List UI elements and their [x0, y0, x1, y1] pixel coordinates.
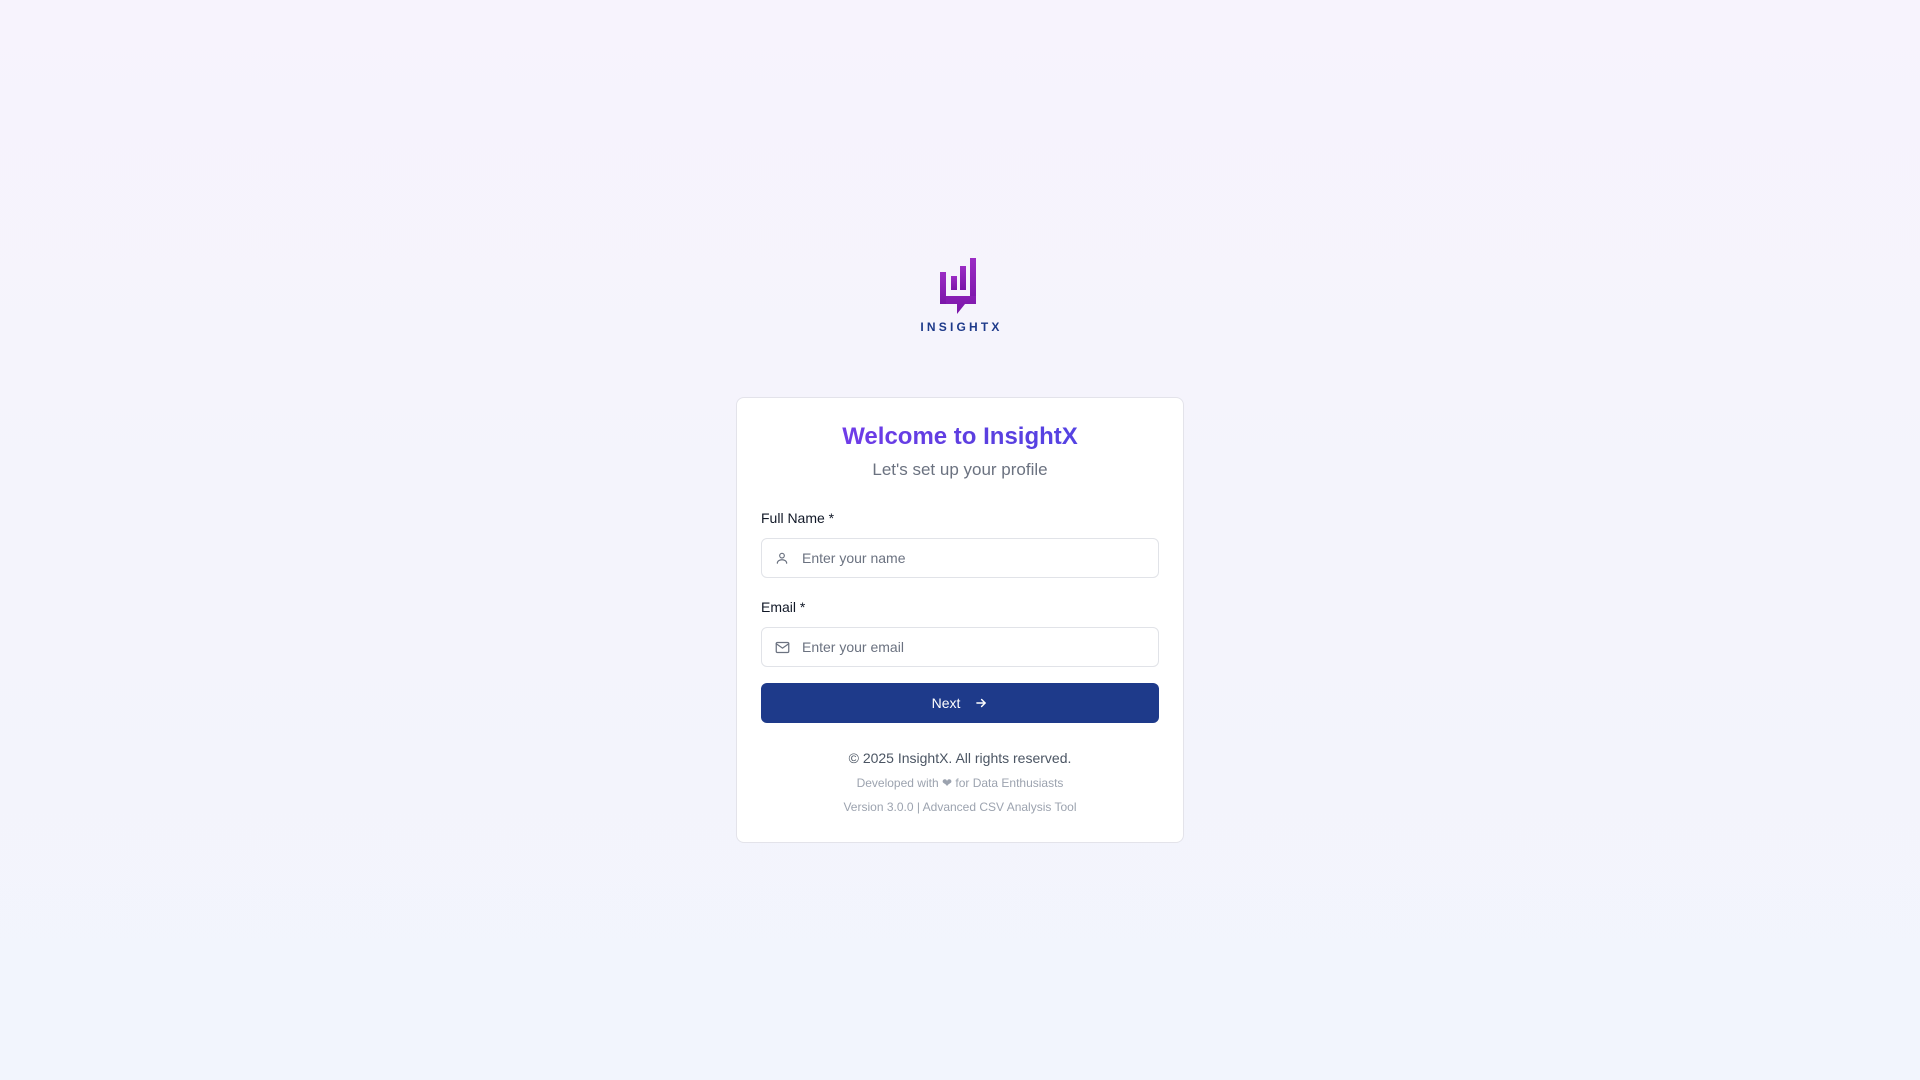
card-footer: © 2025 InsightX. All rights reserved. De…	[761, 749, 1159, 815]
full-name-field[interactable]	[761, 538, 1159, 578]
page-subtitle: Let's set up your profile	[872, 460, 1048, 479]
developed-prefix: Developed with	[856, 776, 939, 790]
user-icon	[774, 550, 790, 566]
full-name-input[interactable]	[762, 539, 1158, 577]
email-label: Email *	[761, 599, 806, 615]
full-name-label: Full Name *	[761, 510, 835, 526]
email-input[interactable]	[762, 628, 1158, 666]
bar-chart-speech-bubble-icon	[940, 258, 976, 314]
copyright-text: © 2025 InsightX. All rights reserved.	[848, 750, 1072, 766]
arrow-right-icon	[974, 696, 988, 710]
developed-with-text: Developed with ❤ for Data Enthusiasts	[761, 775, 1159, 791]
heart-icon: ❤	[941, 776, 953, 790]
next-button[interactable]: Next	[761, 683, 1159, 723]
developed-suffix: for Data Enthusiasts	[955, 776, 1064, 790]
next-button-label: Next	[931, 695, 961, 711]
email-field[interactable]	[761, 627, 1159, 667]
page-title: Welcome to InsightX	[761, 422, 1159, 452]
onboarding-card: Welcome to InsightX Let's set up your pr…	[736, 397, 1184, 843]
mail-icon	[774, 639, 790, 655]
version-text: Version 3.0.0 | Advanced CSV Analysis To…	[843, 800, 1077, 814]
app-logo: INSIGHTX	[916, 256, 1004, 338]
logo-wordmark: INSIGHTX	[920, 320, 1003, 334]
